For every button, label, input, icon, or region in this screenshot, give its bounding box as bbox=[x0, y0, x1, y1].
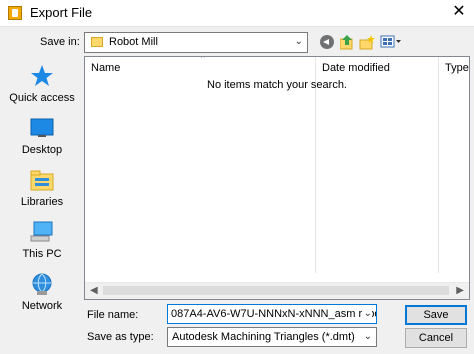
save-as-type-label: Save as type: bbox=[87, 331, 154, 343]
save-in-label: Save in: bbox=[40, 36, 80, 48]
file-name-input[interactable]: 087A4-AV6-W7U-NNNxN-xNNN_asm robot mill … bbox=[167, 304, 377, 324]
view-menu-icon[interactable] bbox=[380, 34, 402, 50]
scroll-right-icon[interactable]: ▶ bbox=[456, 285, 464, 296]
folder-icon bbox=[91, 37, 103, 47]
place-label: Network bbox=[21, 300, 63, 312]
column-type[interactable]: Type bbox=[439, 57, 469, 77]
empty-message: No items match your search. bbox=[207, 79, 347, 91]
place-label: Desktop bbox=[21, 144, 63, 156]
save-as-type-dropdown[interactable]: Autodesk Machining Triangles (*.dmt) ⌄ bbox=[167, 327, 377, 347]
app-icon bbox=[8, 6, 22, 20]
new-folder-icon[interactable] bbox=[359, 34, 375, 50]
window-title: Export File bbox=[30, 5, 93, 20]
scroll-left-icon[interactable]: ◀ bbox=[90, 285, 98, 296]
place-desktop[interactable]: Desktop bbox=[4, 114, 80, 162]
places-bar: Quick access Desktop Libraries This PC N… bbox=[4, 58, 80, 320]
place-quick-access[interactable]: Quick access bbox=[4, 62, 80, 110]
place-libraries[interactable]: Libraries bbox=[4, 166, 80, 214]
up-folder-icon[interactable] bbox=[339, 34, 354, 50]
sort-ascending-icon: ⌃ bbox=[199, 56, 207, 64]
desktop-icon bbox=[30, 116, 54, 140]
file-list[interactable]: Name ⌃ Date modified Type No items match… bbox=[84, 56, 470, 300]
column-date-modified[interactable]: Date modified bbox=[316, 57, 438, 77]
close-icon[interactable]: ✕ bbox=[448, 2, 470, 22]
network-icon bbox=[30, 272, 54, 296]
scrollbar-thumb[interactable] bbox=[103, 286, 449, 295]
file-name-label: File name: bbox=[87, 309, 139, 321]
star-icon bbox=[30, 64, 54, 88]
libraries-icon bbox=[30, 168, 54, 192]
save-in-dropdown[interactable]: Robot Mill ⌄ bbox=[84, 32, 308, 53]
save-as-type-value: Autodesk Machining Triangles (*.dmt) bbox=[172, 331, 355, 343]
horizontal-scrollbar[interactable]: ◀ ▶ bbox=[85, 282, 469, 299]
save-button[interactable]: Save bbox=[405, 305, 467, 325]
place-label: This PC bbox=[22, 248, 62, 260]
place-label: Quick access bbox=[9, 92, 75, 104]
computer-icon bbox=[30, 220, 54, 244]
back-arrow-icon[interactable] bbox=[320, 35, 334, 49]
place-this-pc[interactable]: This PC bbox=[4, 218, 80, 266]
column-header: Name ⌃ Date modified Type bbox=[85, 57, 469, 77]
place-label: Libraries bbox=[20, 196, 64, 208]
place-network[interactable]: Network bbox=[4, 270, 80, 318]
chevron-down-icon: ⌄ bbox=[294, 36, 303, 47]
file-name-value: 087A4-AV6-W7U-NNNxN-xNNN_asm robot mill bbox=[171, 308, 376, 320]
cancel-button[interactable]: Cancel bbox=[405, 328, 467, 348]
chevron-down-icon: ⌄ bbox=[363, 331, 372, 342]
chevron-down-icon[interactable]: ⌄ bbox=[361, 308, 372, 319]
save-in-value: Robot Mill bbox=[109, 36, 158, 48]
title-bar[interactable]: Export File ✕ bbox=[0, 0, 474, 26]
